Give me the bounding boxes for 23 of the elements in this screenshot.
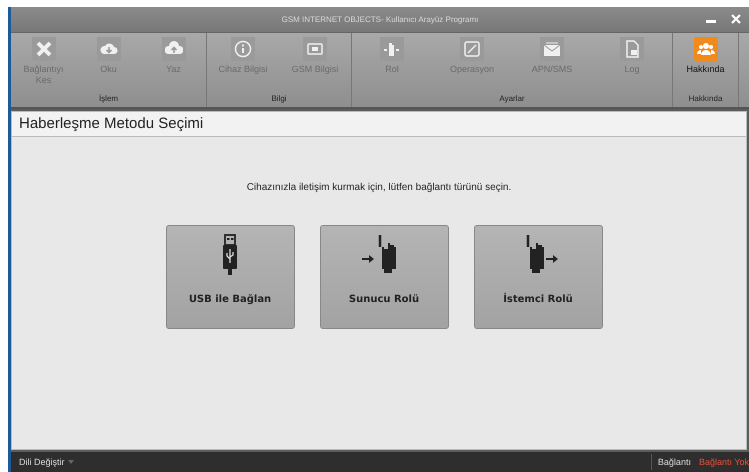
connection-option-button[interactable]: Sunucu Rolü — [320, 225, 448, 329]
connection-option-button[interactable]: USB ile Bağlan — [166, 225, 294, 329]
group-label: İşlem — [98, 93, 120, 105]
status-value: Bağlantı Yok — [698, 457, 749, 467]
people-icon — [696, 40, 714, 58]
close-icon[interactable] — [731, 14, 741, 24]
close-icon — [34, 40, 52, 58]
language-menu[interactable]: Dili Değiştir — [19, 457, 65, 467]
instruction-text: Cihazınızla iletişim kurmak için, lütfen bağlantı türünü seçin. — [246, 182, 512, 193]
group-label: Ayarlar — [498, 93, 526, 105]
info-icon — [234, 40, 252, 58]
panel-title: Haberleşme Metodu Seçimi — [12, 112, 746, 137]
status-label: Bağlantı — [658, 457, 691, 467]
connection-option-button[interactable]: İstemci Rolü — [474, 225, 602, 329]
ribbon-button[interactable]: Hakkında — [673, 33, 738, 91]
window-title: GSM INTERNET OBJECTS- Kullanıcı Arayüz Programı — [282, 15, 478, 24]
edit-icon — [463, 40, 481, 58]
caret-icon — [68, 460, 74, 464]
usb-plug-icon — [222, 234, 238, 276]
group-label: Bilgi — [270, 93, 288, 105]
device-icon — [383, 40, 401, 58]
mail-icon — [543, 40, 561, 58]
group-label: Hakkında — [688, 93, 724, 105]
